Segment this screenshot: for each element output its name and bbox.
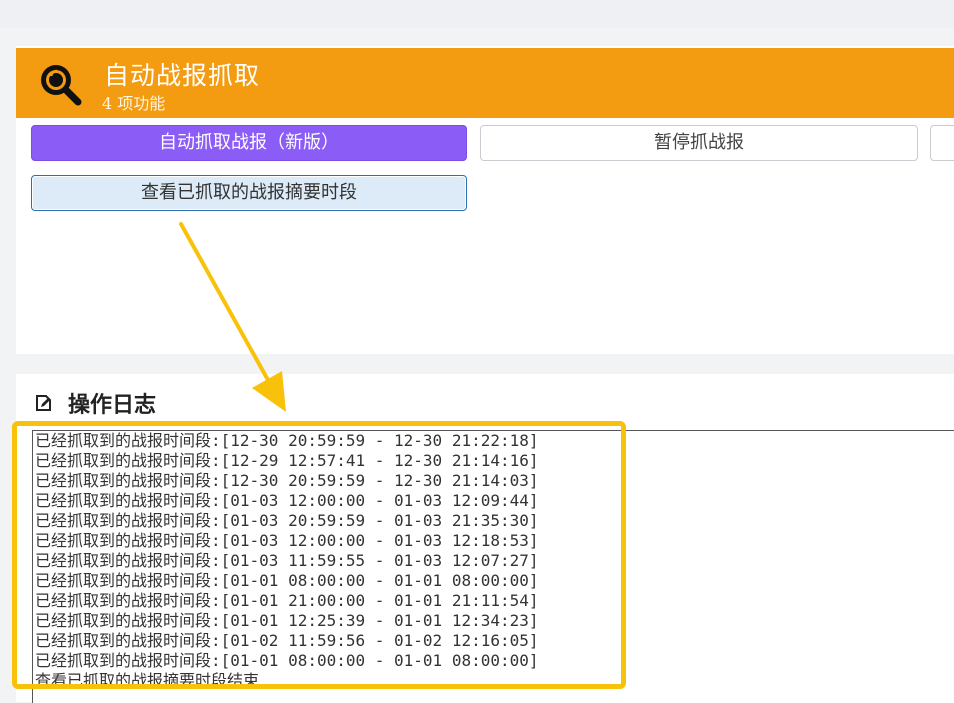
- log-line: 已经抓取到的战报时间段:[01-03 11:59:55 - 01-03 12:0…: [35, 551, 539, 570]
- log-line: 已经抓取到的战报时间段:[01-03 12:00:00 - 01-03 12:1…: [35, 531, 539, 550]
- log-line: 已经抓取到的战报时间段:[12-30 20:59:59 - 12-30 21:1…: [35, 471, 539, 490]
- log-line: 已经抓取到的战报时间段:[01-03 20:59:59 - 01-03 21:3…: [35, 511, 539, 530]
- log-line: 已经抓取到的战报时间段:[12-30 20:59:59 - 12-30 21:2…: [35, 431, 539, 450]
- log-line: 已经抓取到的战报时间段:[01-02 11:59:56 - 01-02 12:1…: [35, 631, 539, 650]
- feature-panel: 自动战报抓取 4 项功能 自动抓取战报（新版） 暂停抓战报 查看已抓取的战报摘要…: [16, 46, 954, 354]
- top-strip: [0, 0, 954, 28]
- log-line: 已经抓取到的战报时间段:[01-01 12:25:39 - 01-01 12:3…: [35, 611, 539, 630]
- log-section: 操作日志 已经抓取到的战报时间段:[12-30 20:59:59 - 12-30…: [16, 374, 954, 703]
- view-periods-button[interactable]: 查看已抓取的战报摘要时段: [31, 175, 467, 211]
- log-line: 已经抓取到的战报时间段:[01-03 12:00:00 - 01-03 12:0…: [35, 491, 539, 510]
- auto-fetch-button[interactable]: 自动抓取战报（新版）: [31, 125, 467, 161]
- more-button[interactable]: [930, 125, 954, 161]
- log-header: 操作日志: [34, 388, 156, 418]
- feature-count: 4 项功能: [102, 94, 166, 113]
- page-title: 自动战报抓取: [104, 61, 261, 90]
- log-line: 已经抓取到的战报时间段:[12-29 12:57:41 - 12-30 21:1…: [35, 451, 539, 470]
- pause-fetch-button[interactable]: 暂停抓战报: [480, 125, 918, 161]
- log-line: 查看已抓取的战报摘要时段结束: [35, 671, 260, 690]
- log-line: 已经抓取到的战报时间段:[01-01 08:00:00 - 01-01 08:0…: [35, 571, 539, 590]
- edit-icon: [36, 395, 51, 411]
- log-output[interactable]: 已经抓取到的战报时间段:[12-30 20:59:59 - 12-30 21:2…: [32, 430, 954, 703]
- log-line: 已经抓取到的战报时间段:[01-01 21:00:00 - 01-01 21:1…: [35, 591, 539, 610]
- search-icon: [41, 65, 82, 106]
- log-title: 操作日志: [68, 392, 157, 418]
- panel-header: 自动战报抓取 4 项功能: [16, 48, 954, 118]
- log-line: 已经抓取到的战报时间段:[01-01 08:00:00 - 01-01 08:0…: [35, 651, 539, 670]
